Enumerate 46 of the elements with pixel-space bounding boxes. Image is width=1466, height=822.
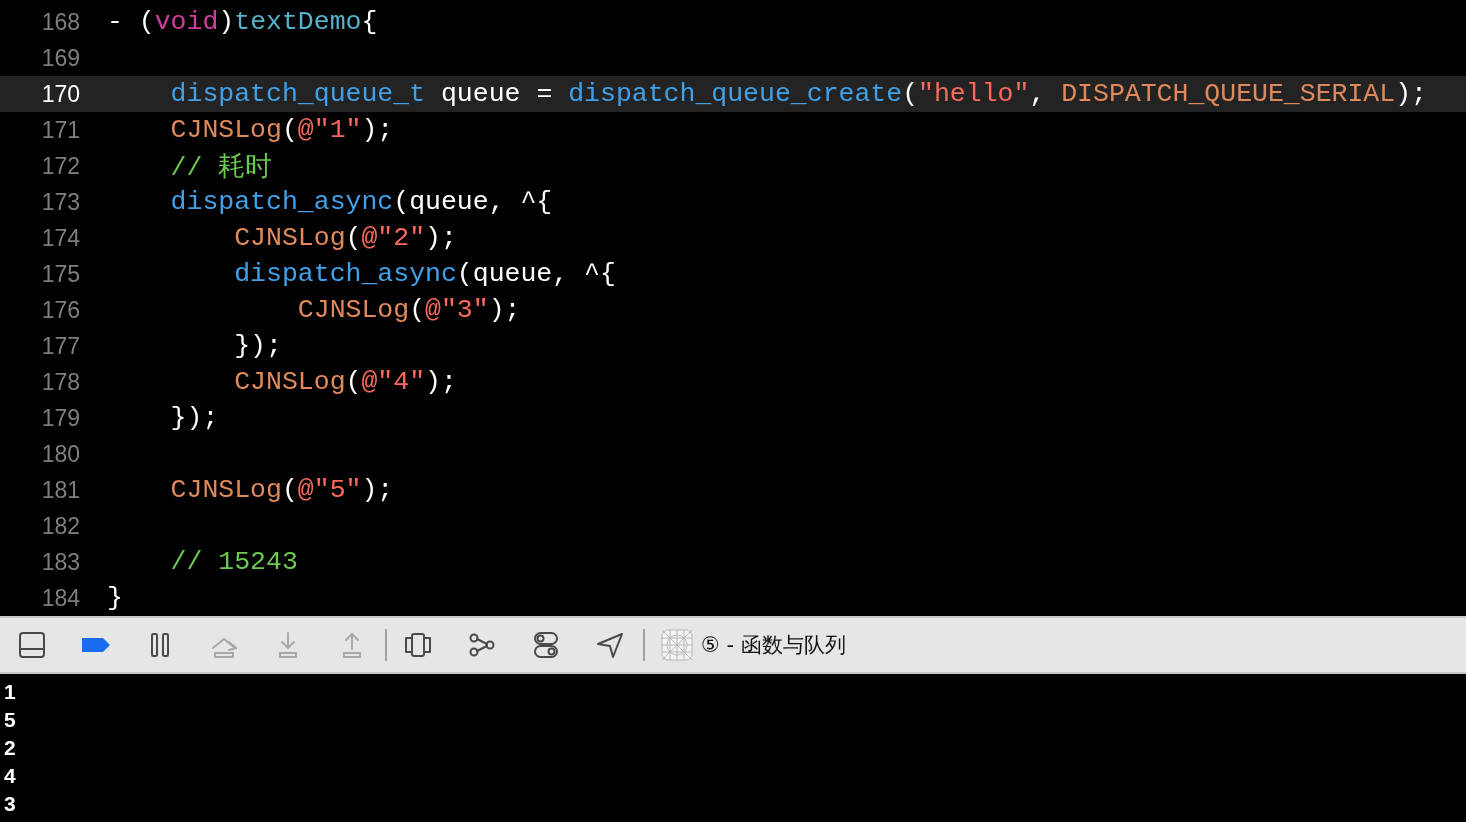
console-output: 1 xyxy=(4,679,16,705)
location-arrow-icon xyxy=(595,630,625,660)
code-line: CJNSLog(@"2"); xyxy=(234,223,457,253)
console-output: 2 xyxy=(4,735,16,761)
code-line: dispatch_queue_t queue = dispatch_queue_create("hello", DISPATCH_QUEUE_SERIAL); xyxy=(170,79,1427,109)
line-number: 184 xyxy=(40,584,80,612)
line-number: 171 xyxy=(40,116,80,144)
layers-icon xyxy=(403,630,433,660)
line-number: 179 xyxy=(40,404,80,432)
line-number: 170 xyxy=(40,80,80,108)
code-line: CJNSLog(@"1"); xyxy=(170,115,394,145)
code-line: // 耗时 xyxy=(170,152,273,184)
line-number: 174 xyxy=(40,224,80,252)
code-line: - (void)textDemo{ xyxy=(107,7,378,37)
line-number: 168 xyxy=(40,8,80,36)
line-number: 173 xyxy=(40,188,80,216)
code-line: // 15243 xyxy=(170,547,298,577)
code-line: dispatch_async(queue, ^{ xyxy=(170,187,553,217)
target-label[interactable]: ⑤ - 函数与队列 xyxy=(701,631,846,659)
code-line: } xyxy=(107,583,123,613)
line-number: 177 xyxy=(40,332,80,360)
code-line: CJNSLog(@"4"); xyxy=(234,367,457,397)
code-line: CJNSLog(@"5"); xyxy=(170,475,394,505)
line-number: 183 xyxy=(40,548,80,576)
code-line: CJNSLog(@"3"); xyxy=(297,295,521,325)
line-number: 172 xyxy=(40,152,80,180)
toggles-icon xyxy=(531,630,561,660)
line-number: 169 xyxy=(40,44,80,72)
code-line: }); xyxy=(234,331,282,361)
console-output: 4 xyxy=(4,763,16,789)
line-number: 175 xyxy=(40,260,80,288)
line-number: 176 xyxy=(40,296,80,324)
environment-button[interactable] xyxy=(531,630,561,660)
panel-icon xyxy=(17,630,47,660)
line-number: 182 xyxy=(40,512,80,540)
console-output: 5 xyxy=(4,707,16,733)
line-number: 180 xyxy=(40,440,80,468)
panel-button[interactable] xyxy=(17,630,47,660)
line-number: 178 xyxy=(40,368,80,396)
view-hierarchy-button[interactable] xyxy=(403,630,433,660)
app-grid-icon xyxy=(661,629,693,661)
code-line: dispatch_async(queue, ^{ xyxy=(234,259,616,289)
location-button[interactable] xyxy=(595,630,625,660)
console-output: 3 xyxy=(4,791,16,817)
line-number: 181 xyxy=(40,476,80,504)
code-line: }); xyxy=(170,403,219,433)
